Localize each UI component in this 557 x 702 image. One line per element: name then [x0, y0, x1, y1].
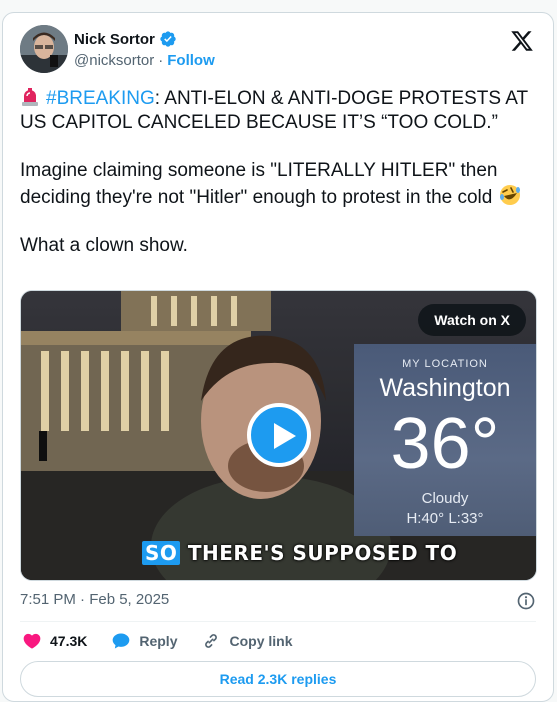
handle-separator: · [158, 52, 164, 69]
author-name-row: Nick Sortor [74, 30, 177, 48]
tweet-timestamp[interactable]: 7:51 PM · Feb 5, 2025 [20, 591, 169, 608]
author-handle[interactable]: @nicksortor [74, 52, 154, 69]
tweet-paragraph-3: What a clown show. [20, 235, 188, 256]
weather-city: Washington [379, 374, 511, 402]
like-button[interactable]: 47.3K [22, 631, 87, 651]
weather-widget: MY LOCATION Washington 36° Cloudy H:40° … [354, 344, 536, 536]
hashtag-breaking-link[interactable]: #BREAKING [46, 88, 155, 109]
tweet-header: Nick Sortor @nicksortor · Follow [20, 25, 536, 73]
author-handle-row: @nicksortor · Follow [74, 52, 215, 69]
copy-link-button[interactable]: Copy link [201, 631, 293, 651]
heart-icon [23, 633, 41, 649]
reply-button[interactable]: Reply [111, 631, 177, 651]
reply-bubble-icon [113, 633, 130, 649]
reply-label: Reply [139, 633, 178, 649]
weather-condition: Cloudy [421, 490, 469, 507]
tweet-body-text: Imagine claiming someone is "LITERALLY H… [20, 160, 498, 208]
divider [20, 621, 536, 622]
play-button[interactable] [247, 403, 311, 467]
link-icon [205, 634, 218, 648]
tweet-card: Nick Sortor @nicksortor · Follow #BREAKI… [2, 12, 554, 702]
copy-link-label: Copy link [229, 633, 293, 649]
weather-high-low: H:40° L:33° [406, 510, 484, 527]
caption-text: THERE'S SUPPOSED TO [180, 541, 458, 565]
rolling-on-floor-laughing-icon [499, 185, 520, 205]
info-icon[interactable] [516, 591, 536, 611]
weather-location-label: MY LOCATION [402, 358, 488, 370]
tweet-paragraph-2: Imagine claiming someone is "LITERALLY H… [20, 159, 540, 210]
like-count: 47.3K [50, 633, 88, 649]
caption-highlight-word: SO [142, 541, 181, 565]
rotating-light-icon [22, 88, 38, 106]
avatar-image [20, 25, 68, 73]
tweet-paragraph-1: #BREAKING: ANTI-ELON & ANTI-DOGE PROTEST… [20, 87, 540, 135]
watch-on-x-button[interactable]: Watch on X [418, 304, 526, 336]
follow-button[interactable]: Follow [167, 52, 215, 69]
action-bar: 47.3K Reply Copy link [22, 630, 293, 652]
timestamp-row: 7:51 PM · Feb 5, 2025 [20, 591, 538, 611]
weather-temperature: 36° [390, 404, 500, 484]
tweet-text: #BREAKING: ANTI-ELON & ANTI-DOGE PROTEST… [20, 87, 540, 258]
author-name[interactable]: Nick Sortor [74, 31, 155, 48]
x-logo-icon[interactable] [510, 29, 534, 53]
video-player[interactable]: Watch on X MY LOCATION Washington 36° Cl… [20, 290, 537, 581]
read-replies-button[interactable]: Read 2.3K replies [20, 661, 536, 697]
avatar[interactable] [20, 25, 68, 73]
video-caption: SO THERE'S SUPPOSED TO [142, 541, 457, 565]
verified-badge-icon [160, 31, 176, 47]
